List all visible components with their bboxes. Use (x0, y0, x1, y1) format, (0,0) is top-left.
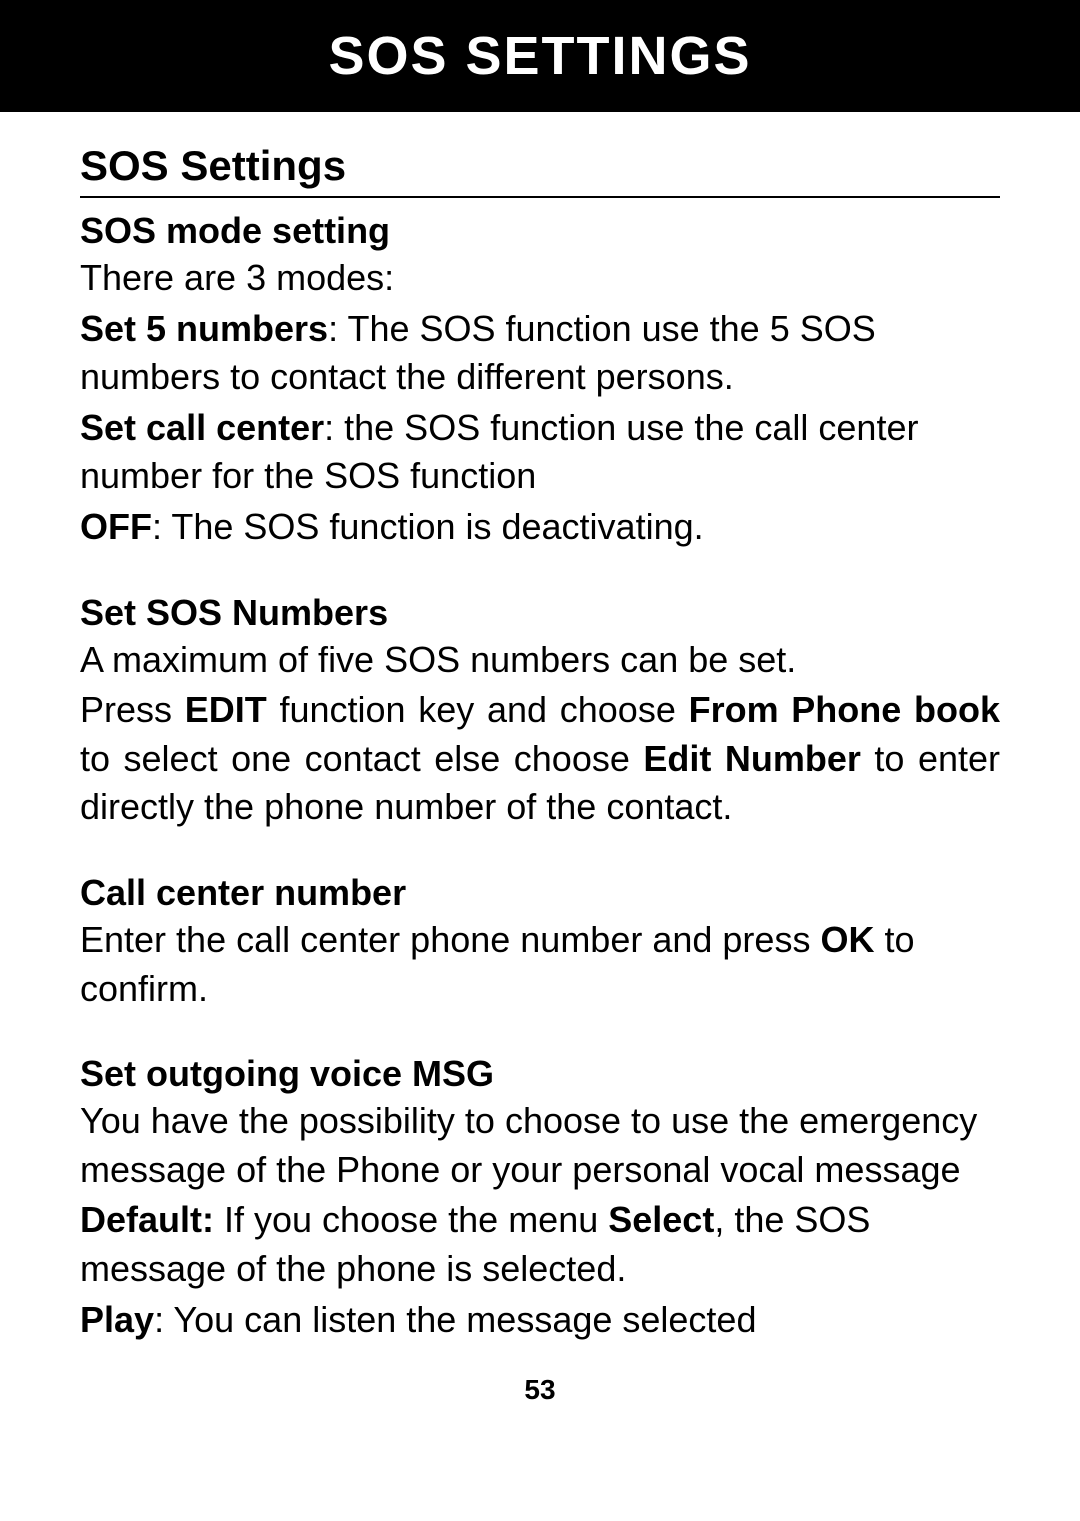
p2d: From Phone book (689, 689, 1000, 730)
default-label: Default: (80, 1199, 214, 1240)
set-sos-numbers-line1: A maximum of five SOS numbers can be set… (80, 636, 1000, 685)
outgoing-msg-default: Default: If you choose the menu Select, … (80, 1196, 1000, 1293)
set-sos-numbers-heading: Set SOS Numbers (80, 592, 1000, 634)
sos-mode-heading: SOS mode setting (80, 210, 1000, 252)
cc-p1b: OK (820, 919, 874, 960)
page-number: 53 (0, 1374, 1080, 1406)
outgoing-msg-play: Play: You can listen the message selecte… (80, 1296, 1000, 1345)
play-label: Play (80, 1299, 154, 1340)
callcenter-label: Set call center (80, 407, 324, 448)
outgoing-msg-heading: Set outgoing voice MSG (80, 1053, 1000, 1095)
call-center-para: Enter the call center phone number and p… (80, 916, 1000, 1013)
default-a: If you choose the menu (214, 1199, 608, 1240)
play-rest: : You can listen the message selected (154, 1299, 756, 1340)
p2f: Edit Number (643, 738, 861, 779)
off-rest: : The SOS function is deactivating. (152, 506, 704, 547)
sos-mode-set5: Set 5 numbers: The SOS function use the … (80, 305, 1000, 402)
page-header: SOS SETTINGS (0, 0, 1080, 112)
sos-mode-block: SOS mode setting There are 3 modes: Set … (80, 210, 1000, 552)
p2c: function key and choose (267, 689, 689, 730)
set5-label: Set 5 numbers (80, 308, 328, 349)
outgoing-msg-block: Set outgoing voice MSG You have the poss… (80, 1053, 1000, 1344)
default-b: Select (608, 1199, 714, 1240)
cc-p1a: Enter the call center phone number and p… (80, 919, 820, 960)
set-sos-numbers-para2: Press EDIT function key and choose From … (80, 686, 1000, 832)
sos-mode-intro: There are 3 modes: (80, 254, 1000, 303)
set-sos-numbers-block: Set SOS Numbers A maximum of five SOS nu… (80, 592, 1000, 832)
header-title: SOS SETTINGS (328, 25, 751, 87)
off-label: OFF (80, 506, 152, 547)
page-content: SOS Settings SOS mode setting There are … (0, 112, 1080, 1344)
call-center-block: Call center number Enter the call center… (80, 872, 1000, 1013)
section-title: SOS Settings (80, 142, 1000, 198)
outgoing-msg-p1: You have the possibility to choose to us… (80, 1097, 1000, 1194)
p2b: EDIT (185, 689, 267, 730)
p2a: Press (80, 689, 185, 730)
sos-mode-off: OFF: The SOS function is deactivating. (80, 503, 1000, 552)
call-center-heading: Call center number (80, 872, 1000, 914)
sos-mode-callcenter: Set call center: the SOS function use th… (80, 404, 1000, 501)
p2e: to select one contact else choose (80, 738, 643, 779)
